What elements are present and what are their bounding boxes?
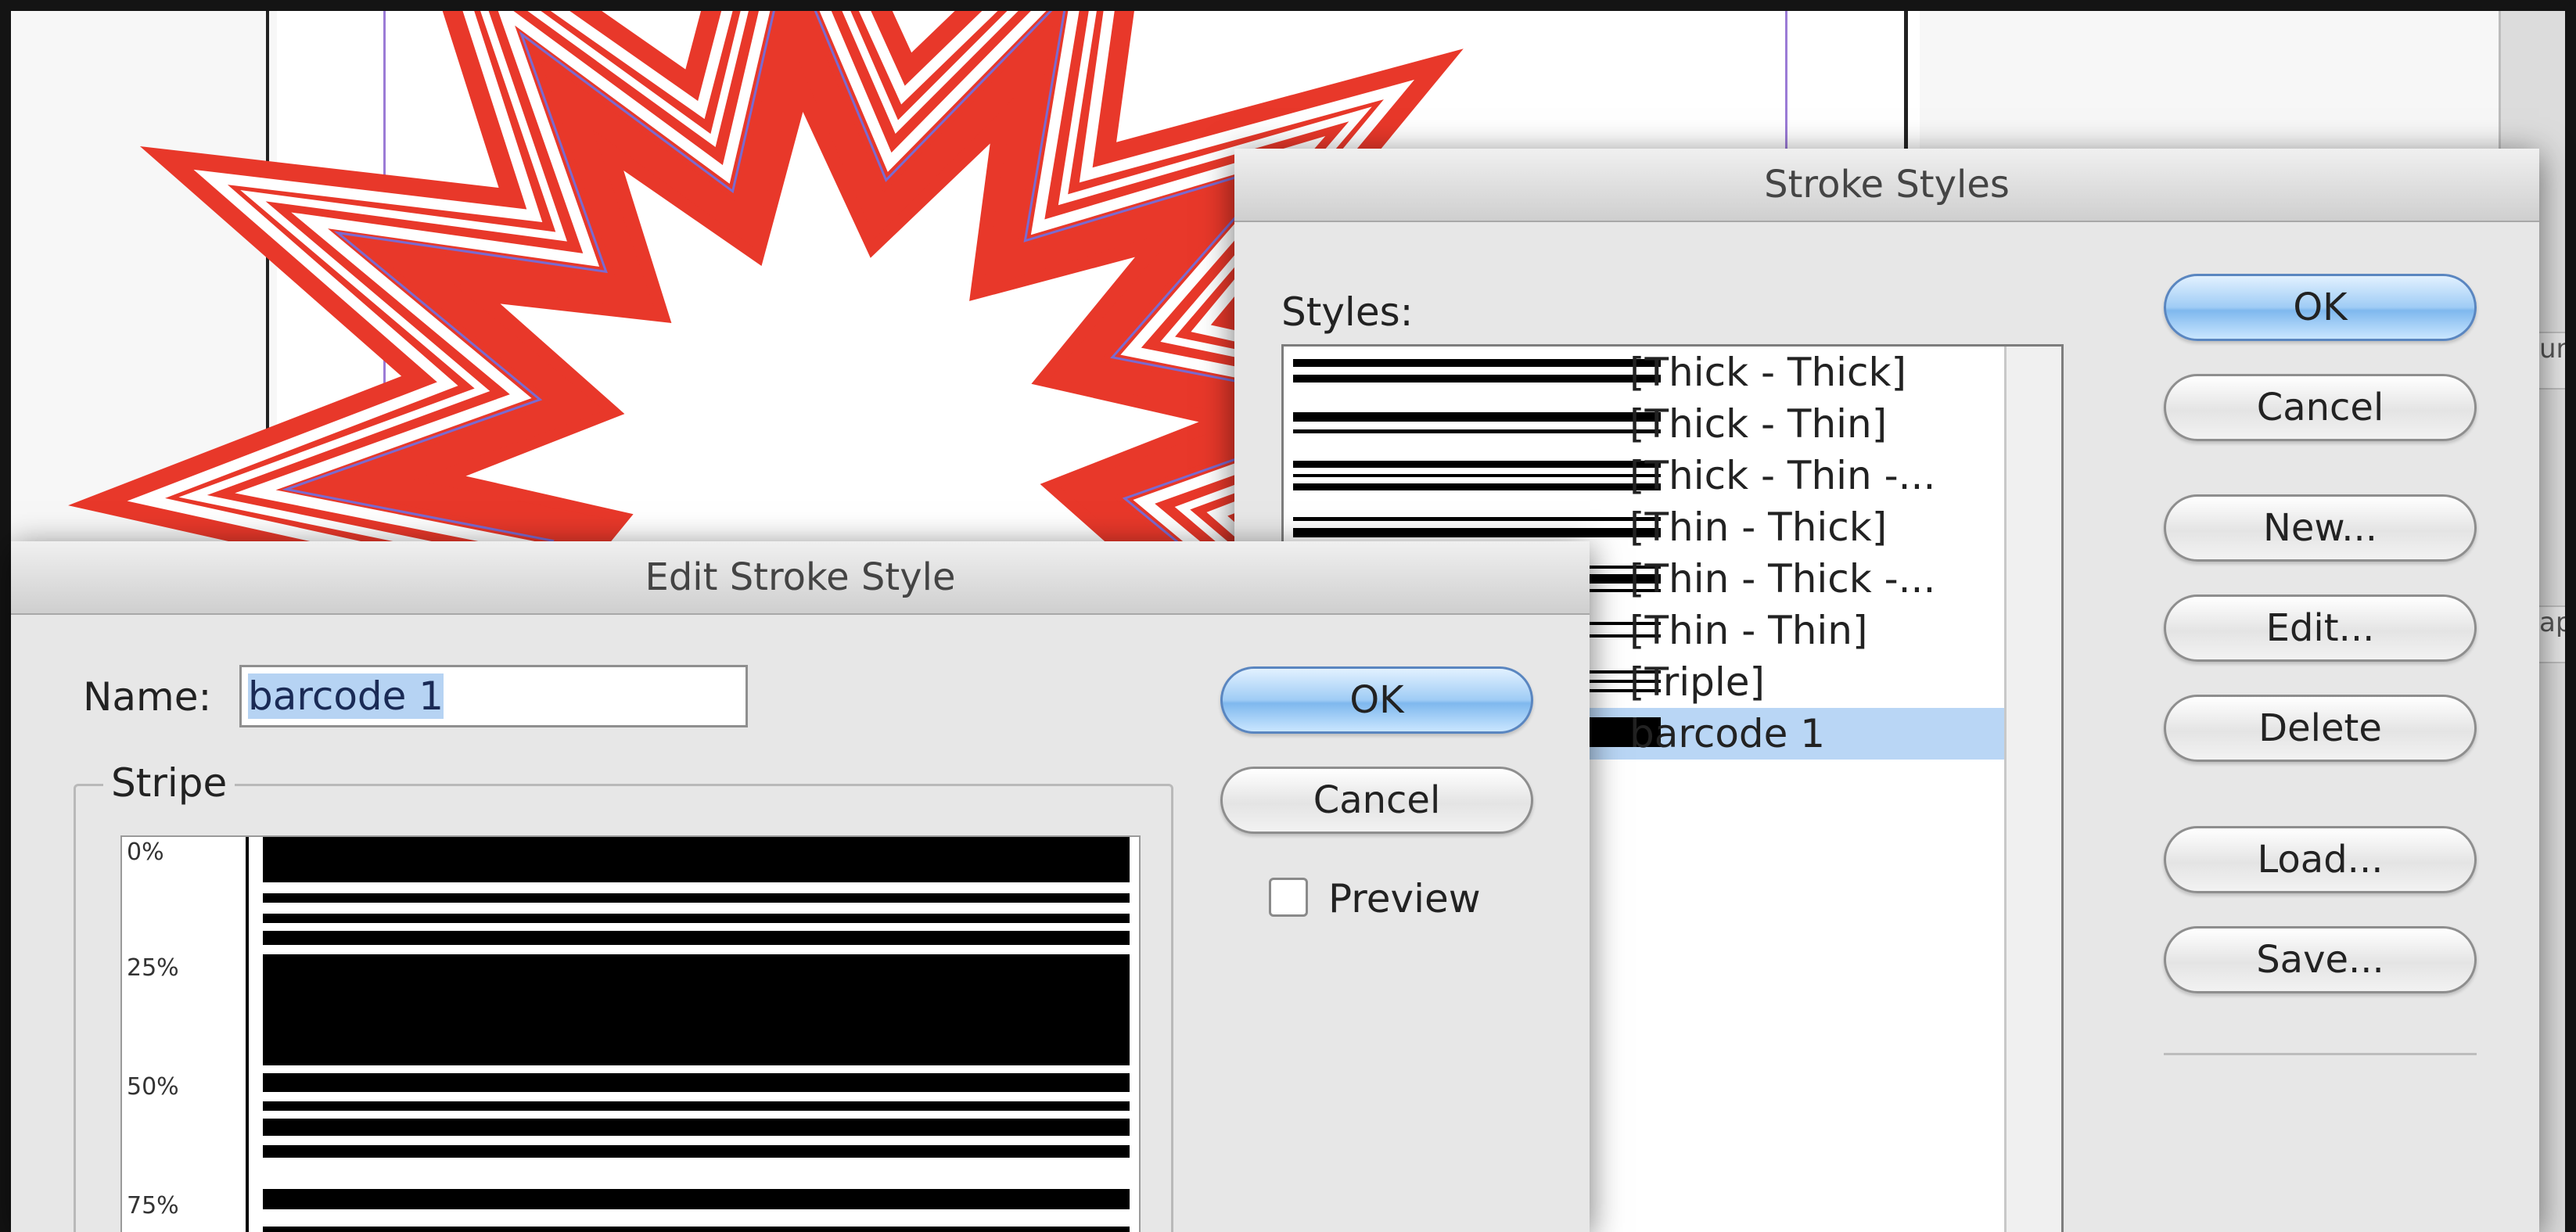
stroke-swatch <box>1293 450 1661 501</box>
stripe-ruler[interactable] <box>246 837 249 1232</box>
preview-label: Preview <box>1328 876 1481 921</box>
stripe-band[interactable] <box>263 1189 1130 1209</box>
stripe-band[interactable] <box>263 1119 1130 1136</box>
collapsed-panel-tab[interactable]: un <box>2538 332 2565 390</box>
stripe-band[interactable] <box>263 954 1130 1065</box>
stripe-band[interactable] <box>263 1101 1130 1111</box>
button-separator <box>2164 1053 2477 1055</box>
stripe-band[interactable] <box>263 1145 1130 1158</box>
style-item-thick-thin-thick[interactable]: [Thick - Thin -... <box>1284 450 2061 501</box>
style-item-label: [Thin - Thin] <box>1629 608 1868 653</box>
name-label: Name: <box>83 674 212 720</box>
stroke-styles-ok-button[interactable]: OK <box>2164 274 2477 341</box>
percent-label-0: 0% <box>127 839 164 866</box>
save-styles-button[interactable]: Save... <box>2164 926 2477 993</box>
styles-list-scrollbar[interactable] <box>2004 347 2061 1232</box>
stripe-band[interactable] <box>263 893 1130 903</box>
delete-style-button[interactable]: Delete <box>2164 695 2477 762</box>
stroke-swatch <box>1293 347 1661 398</box>
stripe-band[interactable] <box>263 837 1130 882</box>
new-style-button[interactable]: New... <box>2164 494 2477 562</box>
percent-label-50: 50% <box>127 1073 179 1101</box>
load-styles-button[interactable]: Load... <box>2164 826 2477 893</box>
stripe-band[interactable] <box>263 1073 1130 1092</box>
styles-label: Styles: <box>1281 289 1414 335</box>
stripe-band[interactable] <box>263 931 1130 945</box>
stroke-swatch <box>1293 398 1661 450</box>
style-item-label: barcode 1 <box>1629 711 1826 756</box>
name-field[interactable]: barcode 1 <box>239 665 748 727</box>
stripe-band[interactable] <box>263 1227 1130 1232</box>
style-item-label: [Thin - Thick -... <box>1629 556 1936 602</box>
collapsed-panel-tab-2[interactable]: ap <box>2538 605 2565 663</box>
style-item-label: [Thick - Thin -... <box>1629 453 1936 498</box>
style-item-thick-thick[interactable]: [Thick - Thick] <box>1284 347 2061 398</box>
style-item-label: [Thick - Thin] <box>1629 401 1888 447</box>
preview-checkbox[interactable] <box>1269 878 1308 917</box>
margin-guide-right <box>1785 11 1787 160</box>
edit-stroke-style-dialog: Edit Stroke Style Name: barcode 1 Stripe… <box>11 541 1590 1232</box>
style-item-label: [Triple] <box>1629 659 1766 705</box>
edit-style-button[interactable]: Edit... <box>2164 594 2477 662</box>
edit-cancel-button[interactable]: Cancel <box>1220 767 1533 834</box>
edit-ok-button[interactable]: OK <box>1220 666 1533 734</box>
style-item-label: [Thin - Thick] <box>1629 505 1888 550</box>
style-item-label: [Thick - Thick] <box>1629 350 1906 395</box>
percent-label-25: 25% <box>127 954 179 982</box>
style-item-thick-thin[interactable]: [Thick - Thin] <box>1284 398 2061 450</box>
stroke-styles-title: Stroke Styles <box>1234 149 2539 222</box>
edit-stroke-style-title: Edit Stroke Style <box>11 541 1590 615</box>
name-field-value: barcode 1 <box>248 673 444 719</box>
stripe-band[interactable] <box>263 914 1130 923</box>
percent-label-75: 75% <box>127 1192 179 1219</box>
stripe-group-label: Stripe <box>103 760 235 806</box>
stroke-styles-cancel-button[interactable]: Cancel <box>2164 374 2477 441</box>
stripe-editor[interactable]: 0% 25% 50% 75% <box>120 835 1141 1232</box>
page-right-edge <box>1904 11 1908 167</box>
